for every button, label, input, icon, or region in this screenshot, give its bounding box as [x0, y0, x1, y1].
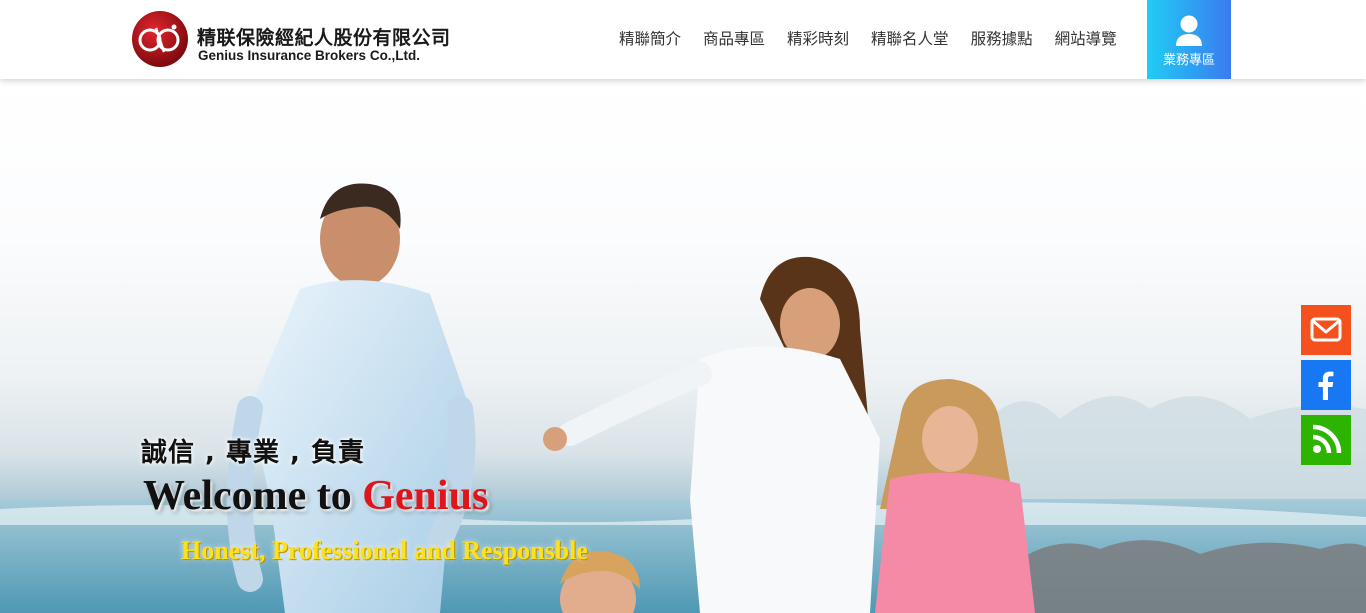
member-area-label: 業務專區 — [1162, 53, 1215, 68]
envelope-icon — [1310, 317, 1342, 342]
email-button[interactable] — [1301, 305, 1351, 355]
hero-tagline: Honest, Professional and Responsble — [181, 536, 588, 565]
site-header: 精联保險經紀人股份有限公司 Genius Insurance Brokers C… — [0, 0, 1366, 79]
facebook-button[interactable] — [1301, 360, 1351, 410]
rss-icon — [1312, 424, 1342, 454]
welcome-prefix: Welcome to — [143, 473, 363, 519]
site-logo[interactable]: 精联保險經紀人股份有限公司 Genius Insurance Brokers C… — [130, 10, 450, 68]
company-name-chinese: 精联保險經紀人股份有限公司 — [197, 27, 451, 49]
rss-button[interactable] — [1301, 415, 1351, 465]
hero-banner: 誠信 , 專業 , 負責 Welcome to Genius Honest, P… — [0, 79, 1366, 613]
nav-item-highlights[interactable]: 精彩時刻 — [776, 0, 860, 79]
user-icon — [1176, 15, 1202, 46]
hero-photo — [0, 183, 1366, 613]
logo-mark-icon — [132, 11, 188, 67]
company-name-english: Genius Insurance Brokers Co.,Ltd. — [198, 48, 421, 63]
hero-slogan: 誠信 , 專業 , 負責 — [141, 438, 365, 468]
facebook-icon — [1318, 371, 1334, 400]
nav-item-locations[interactable]: 服務據點 — [960, 0, 1044, 79]
member-area-button[interactable]: 業務專區 — [1147, 0, 1231, 79]
nav-item-sitemap[interactable]: 網站導覽 — [1044, 0, 1128, 79]
nav-item-hall-of-fame[interactable]: 精聯名人堂 — [860, 0, 960, 79]
hero-welcome-heading: Welcome to Genius — [143, 472, 488, 520]
welcome-brand: Genius — [362, 473, 489, 519]
main-nav: 精聯簡介 商品專區 精彩時刻 精聯名人堂 服務據點 網站導覽 — [608, 0, 1128, 79]
nav-item-about[interactable]: 精聯簡介 — [608, 0, 692, 79]
nav-item-products[interactable]: 商品專區 — [692, 0, 776, 79]
